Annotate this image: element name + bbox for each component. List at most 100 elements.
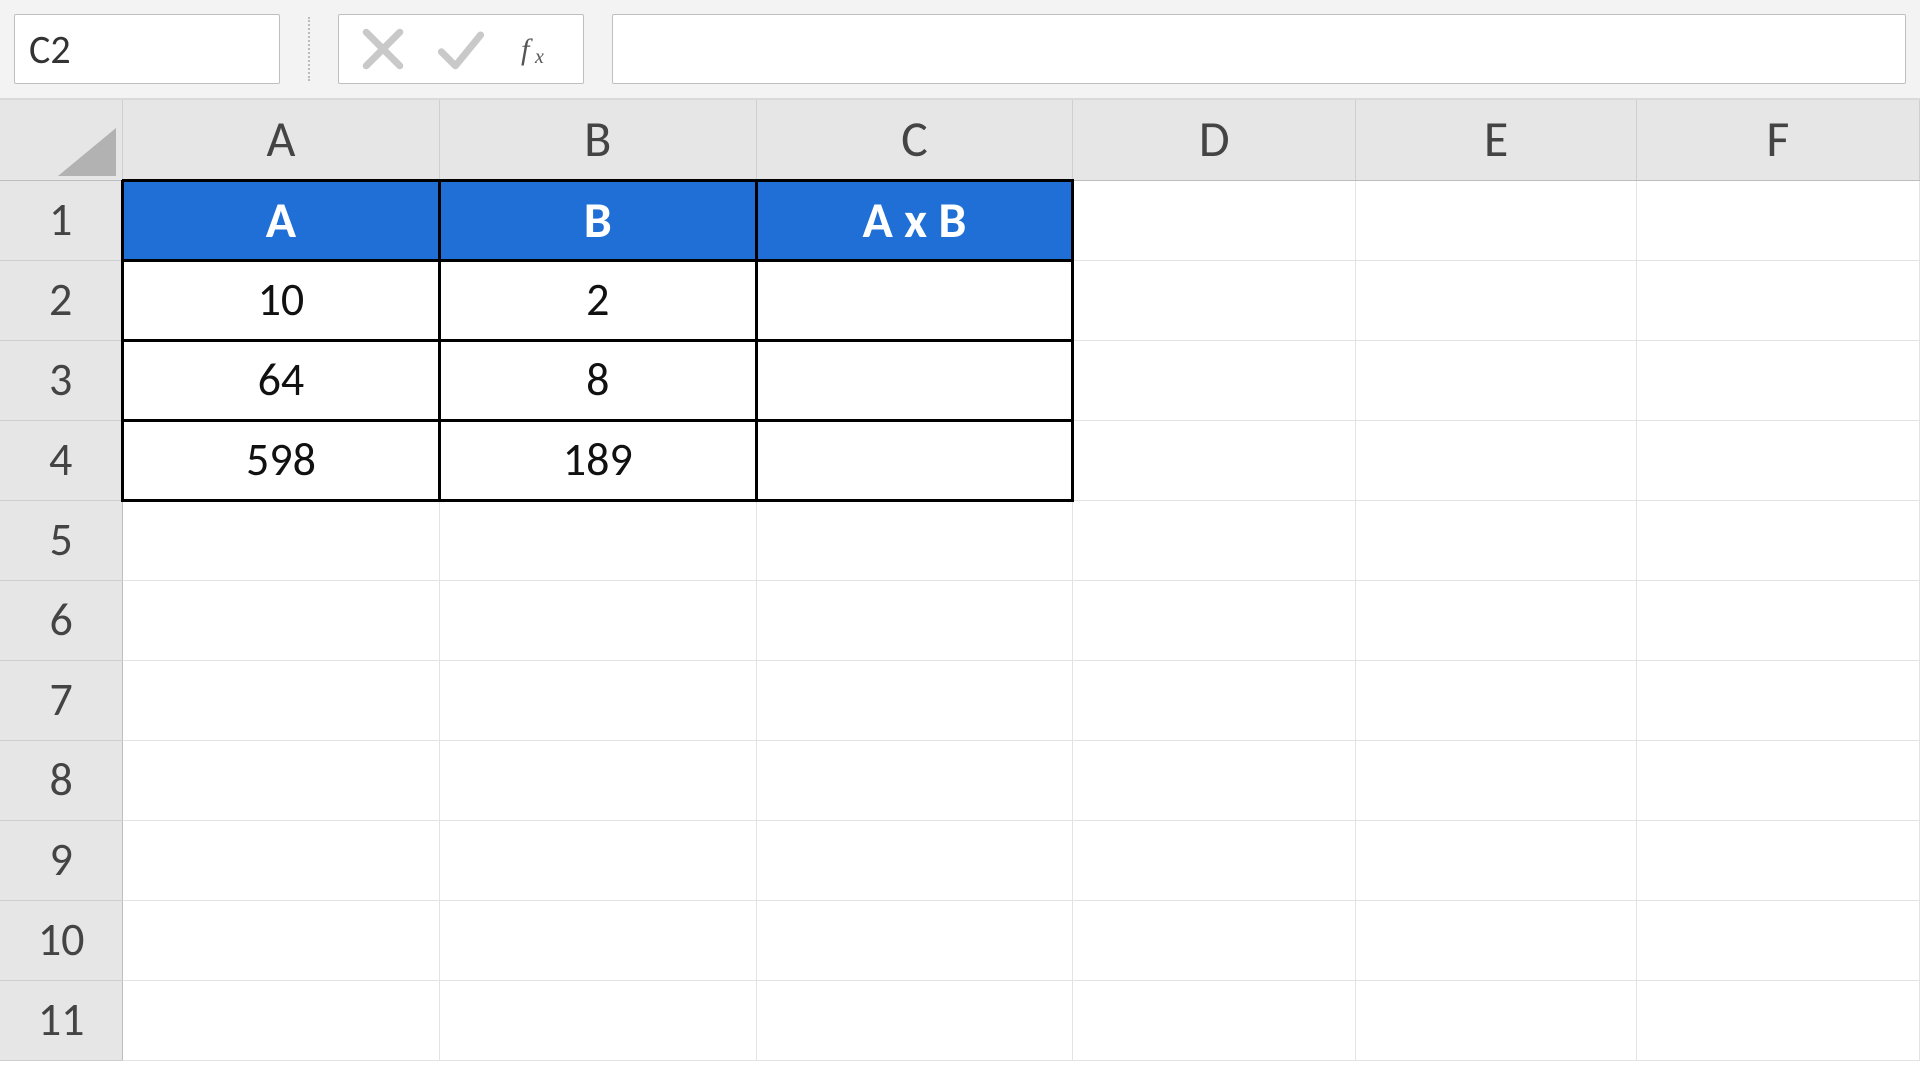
- row-header-7[interactable]: 7: [0, 660, 123, 740]
- cell-C10[interactable]: [756, 900, 1072, 980]
- cell-F3[interactable]: [1636, 340, 1919, 420]
- cell-A11[interactable]: [123, 980, 439, 1060]
- cell-B1[interactable]: B: [439, 180, 756, 260]
- cell-B10[interactable]: [439, 900, 756, 980]
- cell-F6[interactable]: [1636, 580, 1919, 660]
- row-header-8[interactable]: 8: [0, 740, 123, 820]
- col-header-F[interactable]: F: [1636, 100, 1919, 180]
- cell-F9[interactable]: [1636, 820, 1919, 900]
- select-all-corner[interactable]: [0, 100, 123, 180]
- cell-B4[interactable]: 189: [439, 420, 756, 500]
- formula-edit-group: f x: [338, 14, 584, 84]
- cell-B11[interactable]: [439, 980, 756, 1060]
- cell-A9[interactable]: [123, 820, 439, 900]
- cell-E5[interactable]: [1356, 500, 1636, 580]
- cell-A2[interactable]: 10: [123, 260, 439, 340]
- cell-C4[interactable]: [756, 420, 1072, 500]
- row-header-3[interactable]: 3: [0, 340, 123, 420]
- cell-E9[interactable]: [1356, 820, 1636, 900]
- formula-input[interactable]: [612, 14, 1906, 84]
- cell-C8[interactable]: [756, 740, 1072, 820]
- cell-A6[interactable]: [123, 580, 439, 660]
- cell-E11[interactable]: [1356, 980, 1636, 1060]
- cell-A10[interactable]: [123, 900, 439, 980]
- row-header-11[interactable]: 11: [0, 980, 123, 1060]
- col-header-A[interactable]: A: [123, 100, 439, 180]
- col-header-B[interactable]: B: [439, 100, 756, 180]
- row-header-9[interactable]: 9: [0, 820, 123, 900]
- cell-D10[interactable]: [1073, 900, 1356, 980]
- cell-E7[interactable]: [1356, 660, 1636, 740]
- cell-A5[interactable]: [123, 500, 439, 580]
- cell-A4[interactable]: 598: [123, 420, 439, 500]
- cell-C11[interactable]: [756, 980, 1072, 1060]
- cell-D6[interactable]: [1073, 580, 1356, 660]
- row-9: 9: [0, 820, 1920, 900]
- cell-C5[interactable]: [756, 500, 1072, 580]
- cell-A7[interactable]: [123, 660, 439, 740]
- column-header-row: A B C D E F: [0, 100, 1920, 180]
- cell-D9[interactable]: [1073, 820, 1356, 900]
- col-header-C[interactable]: C: [756, 100, 1072, 180]
- cell-E6[interactable]: [1356, 580, 1636, 660]
- cell-F2[interactable]: [1636, 260, 1919, 340]
- row-header-1[interactable]: 1: [0, 180, 123, 260]
- cell-C6[interactable]: [756, 580, 1072, 660]
- row-header-10[interactable]: 10: [0, 900, 123, 980]
- cell-B8[interactable]: [439, 740, 756, 820]
- cell-F11[interactable]: [1636, 980, 1919, 1060]
- cell-D4[interactable]: [1073, 420, 1356, 500]
- cell-B5[interactable]: [439, 500, 756, 580]
- cell-B9[interactable]: [439, 820, 756, 900]
- col-header-D[interactable]: D: [1073, 100, 1356, 180]
- row-header-5[interactable]: 5: [0, 500, 123, 580]
- enter-button[interactable]: [427, 21, 495, 77]
- col-header-E[interactable]: E: [1356, 100, 1636, 180]
- cell-E1[interactable]: [1356, 180, 1636, 260]
- cell-F1[interactable]: [1636, 180, 1919, 260]
- spreadsheet[interactable]: A B C D E F 1 A B A x B 2 10 2: [0, 100, 1920, 1080]
- cell-D1[interactable]: [1073, 180, 1356, 260]
- cell-E3[interactable]: [1356, 340, 1636, 420]
- cell-C9[interactable]: [756, 820, 1072, 900]
- cell-D2[interactable]: [1073, 260, 1356, 340]
- cell-D11[interactable]: [1073, 980, 1356, 1060]
- row-header-4[interactable]: 4: [0, 420, 123, 500]
- cell-A8[interactable]: [123, 740, 439, 820]
- cell-B7[interactable]: [439, 660, 756, 740]
- cell-C2[interactable]: [756, 260, 1072, 340]
- cancel-button[interactable]: [349, 21, 417, 77]
- cell-D3[interactable]: [1073, 340, 1356, 420]
- row-header-6[interactable]: 6: [0, 580, 123, 660]
- cell-D8[interactable]: [1073, 740, 1356, 820]
- cell-C1[interactable]: A x B: [756, 180, 1072, 260]
- cell-D5[interactable]: [1073, 500, 1356, 580]
- formula-bar: f x: [0, 0, 1920, 100]
- cell-B3[interactable]: 8: [439, 340, 756, 420]
- row-10: 10: [0, 900, 1920, 980]
- cell-E4[interactable]: [1356, 420, 1636, 500]
- cell-F8[interactable]: [1636, 740, 1919, 820]
- check-icon: [433, 21, 489, 77]
- fx-icon[interactable]: f x: [505, 21, 573, 77]
- cell-B6[interactable]: [439, 580, 756, 660]
- cell-B2[interactable]: 2: [439, 260, 756, 340]
- cell-E10[interactable]: [1356, 900, 1636, 980]
- name-box[interactable]: [14, 14, 280, 84]
- cell-F10[interactable]: [1636, 900, 1919, 980]
- cell-A1[interactable]: A: [123, 180, 439, 260]
- cell-A3[interactable]: 64: [123, 340, 439, 420]
- cell-F4[interactable]: [1636, 420, 1919, 500]
- cell-F7[interactable]: [1636, 660, 1919, 740]
- cell-E2[interactable]: [1356, 260, 1636, 340]
- grid[interactable]: A B C D E F 1 A B A x B 2 10 2: [0, 100, 1920, 1061]
- row-header-2[interactable]: 2: [0, 260, 123, 340]
- cell-D7[interactable]: [1073, 660, 1356, 740]
- row-6: 6: [0, 580, 1920, 660]
- cell-C3[interactable]: [756, 340, 1072, 420]
- row-1: 1 A B A x B: [0, 180, 1920, 260]
- cell-F5[interactable]: [1636, 500, 1919, 580]
- cell-C7[interactable]: [756, 660, 1072, 740]
- cell-E8[interactable]: [1356, 740, 1636, 820]
- row-4: 4 598 189: [0, 420, 1920, 500]
